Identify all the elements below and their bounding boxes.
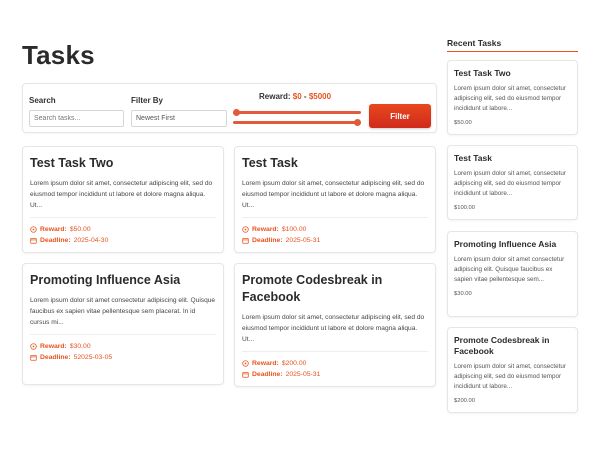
- task-description: Lorem ipsum dolor sit amet, consectetur …: [242, 314, 425, 343]
- recent-task-reward: $50.00: [454, 120, 472, 126]
- dollar-circle-icon: [30, 226, 37, 233]
- task-card[interactable]: Test Task Lorem ipsum dolor sit amet, co…: [234, 146, 436, 253]
- recent-task-description: Lorem ipsum dolor sit amet consectetur a…: [454, 256, 565, 283]
- task-reward: Reward: $200.00: [242, 358, 428, 369]
- reward-min-handle[interactable]: [233, 109, 240, 116]
- recent-task-title[interactable]: Promoting Influence Asia: [454, 239, 571, 250]
- task-reward: Reward: $50.00: [30, 224, 216, 235]
- task-deadline: Deadline: 2025-05-31: [242, 235, 428, 246]
- calendar-icon: [242, 237, 249, 244]
- recent-tasks-divider: [447, 51, 578, 52]
- page-title: Tasks: [22, 40, 95, 70]
- dollar-circle-icon: [242, 360, 249, 367]
- recent-task-description: Lorem ipsum dolor sit amet, consectetur …: [454, 363, 566, 390]
- calendar-icon: [30, 237, 37, 244]
- recent-task-item[interactable]: Promoting Influence Asia Lorem ipsum dol…: [447, 231, 578, 317]
- task-title[interactable]: Test Task Two: [30, 155, 216, 172]
- task-deadline: Deadline: 52025-03-05: [30, 352, 216, 363]
- filter-by-label: Filter By: [131, 96, 164, 105]
- recent-tasks-heading: Recent Tasks: [447, 38, 502, 48]
- reward-range-label: Reward: $0 - $5000: [259, 92, 332, 101]
- recent-task-description: Lorem ipsum dolor sit amet, consectetur …: [454, 85, 566, 112]
- recent-task-title[interactable]: Promote Codesbreak in Facebook: [454, 335, 571, 357]
- task-description: Lorem ipsum dolor sit amet consectetur a…: [30, 297, 216, 326]
- reward-min-slider[interactable]: [233, 109, 361, 116]
- card-divider: [30, 217, 216, 218]
- search-label: Search: [29, 96, 56, 105]
- task-title[interactable]: Promoting Influence Asia: [30, 272, 216, 289]
- card-divider: [242, 217, 428, 218]
- task-title[interactable]: Promote Codesbreak in Facebook: [242, 272, 428, 306]
- recent-task-description: Lorem ipsum dolor sit amet, consectetur …: [454, 170, 566, 197]
- recent-task-reward: $100.00: [454, 205, 475, 211]
- recent-task-title[interactable]: Test Task: [454, 153, 571, 164]
- task-reward: Reward: $30.00: [30, 341, 216, 352]
- recent-task-item[interactable]: Promote Codesbreak in Facebook Lorem ips…: [447, 327, 578, 413]
- recent-task-title[interactable]: Test Task Two: [454, 68, 571, 79]
- calendar-icon: [30, 354, 37, 361]
- task-card[interactable]: Promote Codesbreak in Facebook Lorem ips…: [234, 263, 436, 387]
- task-card[interactable]: Test Task Two Lorem ipsum dolor sit amet…: [22, 146, 224, 253]
- recent-task-item[interactable]: Test Task Two Lorem ipsum dolor sit amet…: [447, 60, 578, 135]
- card-divider: [242, 351, 428, 352]
- dollar-circle-icon: [30, 343, 37, 350]
- recent-task-item[interactable]: Test Task Lorem ipsum dolor sit amet, co…: [447, 145, 578, 220]
- filter-by-select[interactable]: Newest First: [131, 110, 227, 127]
- task-card[interactable]: Promoting Influence Asia Lorem ipsum dol…: [22, 263, 224, 385]
- search-input[interactable]: [29, 110, 124, 127]
- reward-max-handle[interactable]: [354, 119, 361, 126]
- task-description: Lorem ipsum dolor sit amet, consectetur …: [30, 180, 213, 209]
- recent-task-reward: $30.00: [454, 291, 472, 297]
- filter-button[interactable]: Filter: [369, 104, 431, 128]
- filter-bar: Search Filter By Newest First Reward: $0…: [22, 83, 437, 133]
- task-deadline: Deadline: 2025-04-30: [30, 235, 216, 246]
- reward-min: $0: [292, 92, 302, 101]
- task-description: Lorem ipsum dolor sit amet, consectetur …: [242, 180, 425, 209]
- task-title[interactable]: Test Task: [242, 155, 428, 172]
- calendar-icon: [242, 371, 249, 378]
- task-reward: Reward: $100.00: [242, 224, 428, 235]
- task-deadline: Deadline: 2025-05-31: [242, 369, 428, 380]
- card-divider: [30, 334, 216, 335]
- dollar-circle-icon: [242, 226, 249, 233]
- reward-max: $5000: [308, 92, 332, 101]
- recent-task-reward: $200.00: [454, 398, 475, 404]
- reward-max-slider[interactable]: [233, 119, 361, 126]
